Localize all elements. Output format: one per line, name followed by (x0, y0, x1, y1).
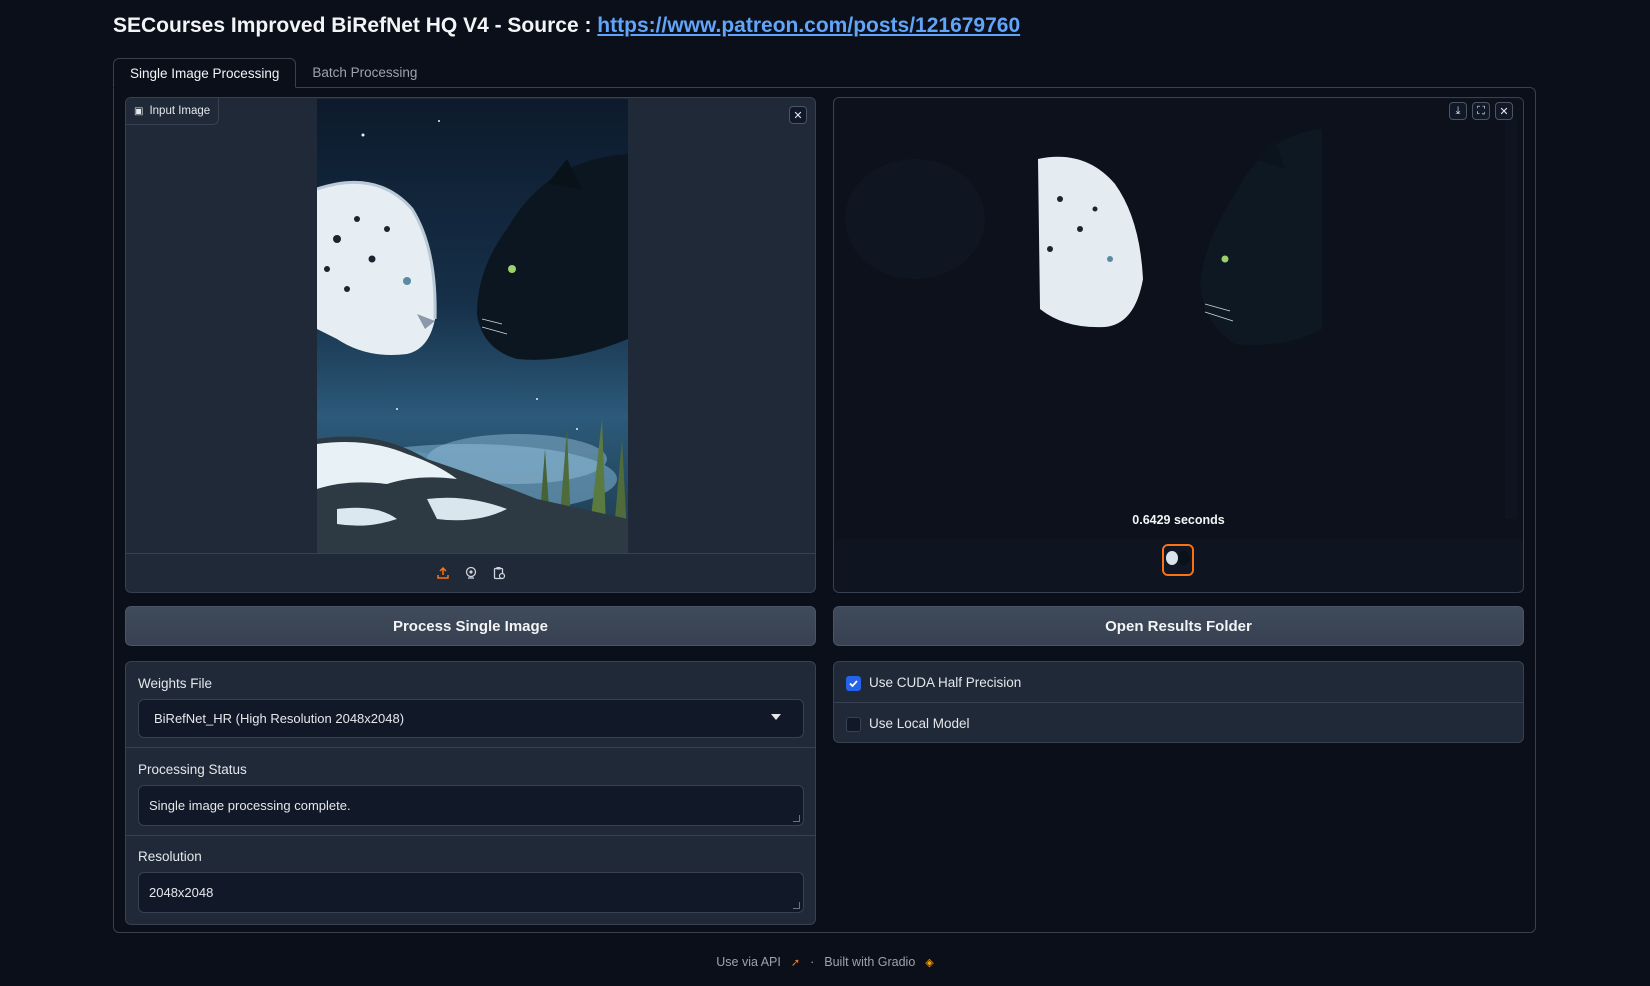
gallery-caption: 0.6429 seconds (1132, 513, 1225, 527)
local-model-label[interactable]: Use Local Model (869, 716, 970, 731)
image-source-bar (126, 553, 815, 592)
processing-status-value: Single image processing complete. (149, 798, 351, 813)
built-with-gradio-link[interactable]: Built with Gradio (824, 955, 915, 969)
checkmark-icon (849, 680, 858, 688)
tab-single-image-processing[interactable]: Single Image Processing (113, 58, 297, 88)
footer-separator: · (810, 955, 815, 969)
options-block: Use CUDA Half Precision Use Local Model (833, 661, 1524, 743)
resize-handle-icon[interactable] (793, 902, 800, 909)
gallery-thumbnail[interactable] (1162, 544, 1194, 576)
settings-form: Weights File BiRefNet_HR (High Resolutio… (125, 661, 816, 925)
clipboard-icon[interactable] (492, 566, 506, 580)
tab-bar: Single Image Processing Batch Processing (113, 58, 433, 88)
cuda-half-checkbox[interactable] (846, 676, 861, 691)
tab-batch-processing[interactable]: Batch Processing (296, 58, 433, 88)
input-image-label: ▣ Input Image (126, 98, 220, 125)
fullscreen-button[interactable]: ⛶ (1472, 102, 1490, 120)
footer: Use via API ➚ · Built with Gradio ◈ (0, 955, 1650, 969)
rocket-icon: ➚ (790, 956, 801, 969)
download-button[interactable]: ⤓ (1449, 102, 1467, 120)
close-gallery-button[interactable]: ✕ (1495, 102, 1513, 120)
cuda-half-label[interactable]: Use CUDA Half Precision (869, 675, 1021, 690)
divider (126, 747, 815, 748)
source-link[interactable]: https://www.patreon.com/posts/121679760 (597, 14, 1020, 37)
use-via-api-link[interactable]: Use via API (716, 955, 781, 969)
output-image-preview[interactable] (835, 99, 1523, 539)
input-image-artwork (317, 120, 628, 553)
open-results-folder-button[interactable]: Open Results Folder (833, 606, 1524, 646)
image-icon: ▣ (134, 105, 144, 117)
processing-status-label: Processing Status (138, 762, 247, 777)
resolution-textbox[interactable]: 2048x2048 (138, 872, 804, 913)
resize-handle-icon[interactable] (793, 815, 800, 822)
weights-file-label: Weights File (138, 676, 213, 691)
output-gallery-block: ⤓ ⛶ ✕ 0.6429 seconds (833, 97, 1524, 593)
gradio-logo-icon: ◈ (925, 956, 934, 969)
title-text: SECourses Improved BiRefNet HQ V4 - Sour… (113, 14, 598, 37)
download-icon: ⤓ (1455, 104, 1461, 117)
input-image-label-text: Input Image (149, 105, 211, 117)
page-title: SECourses Improved BiRefNet HQ V4 - Sour… (113, 14, 1020, 38)
output-image-artwork (835, 99, 1523, 539)
close-icon: ✕ (1499, 105, 1509, 118)
local-model-checkbox[interactable] (846, 717, 861, 732)
input-image-preview[interactable] (317, 99, 628, 553)
divider (834, 702, 1523, 703)
fullscreen-icon: ⛶ (1477, 104, 1485, 117)
weights-file-dropdown[interactable]: BiRefNet_HR (High Resolution 2048x2048) (138, 699, 804, 738)
thumbnail-image (1164, 546, 1192, 574)
processing-status-textbox[interactable]: Single image processing complete. (138, 785, 804, 826)
resolution-value: 2048x2048 (149, 885, 214, 900)
upload-icon[interactable] (436, 566, 450, 580)
close-icon: ✕ (793, 109, 803, 122)
webcam-icon[interactable] (464, 566, 478, 580)
resolution-label: Resolution (138, 849, 202, 864)
divider (126, 835, 815, 836)
input-image-block: ▣ Input Image ✕ (125, 97, 816, 593)
weights-file-value: BiRefNet_HR (High Resolution 2048x2048) (154, 711, 405, 726)
chevron-down-icon (771, 714, 781, 720)
process-single-image-button[interactable]: Process Single Image (125, 606, 816, 646)
clear-image-button[interactable]: ✕ (789, 106, 807, 124)
